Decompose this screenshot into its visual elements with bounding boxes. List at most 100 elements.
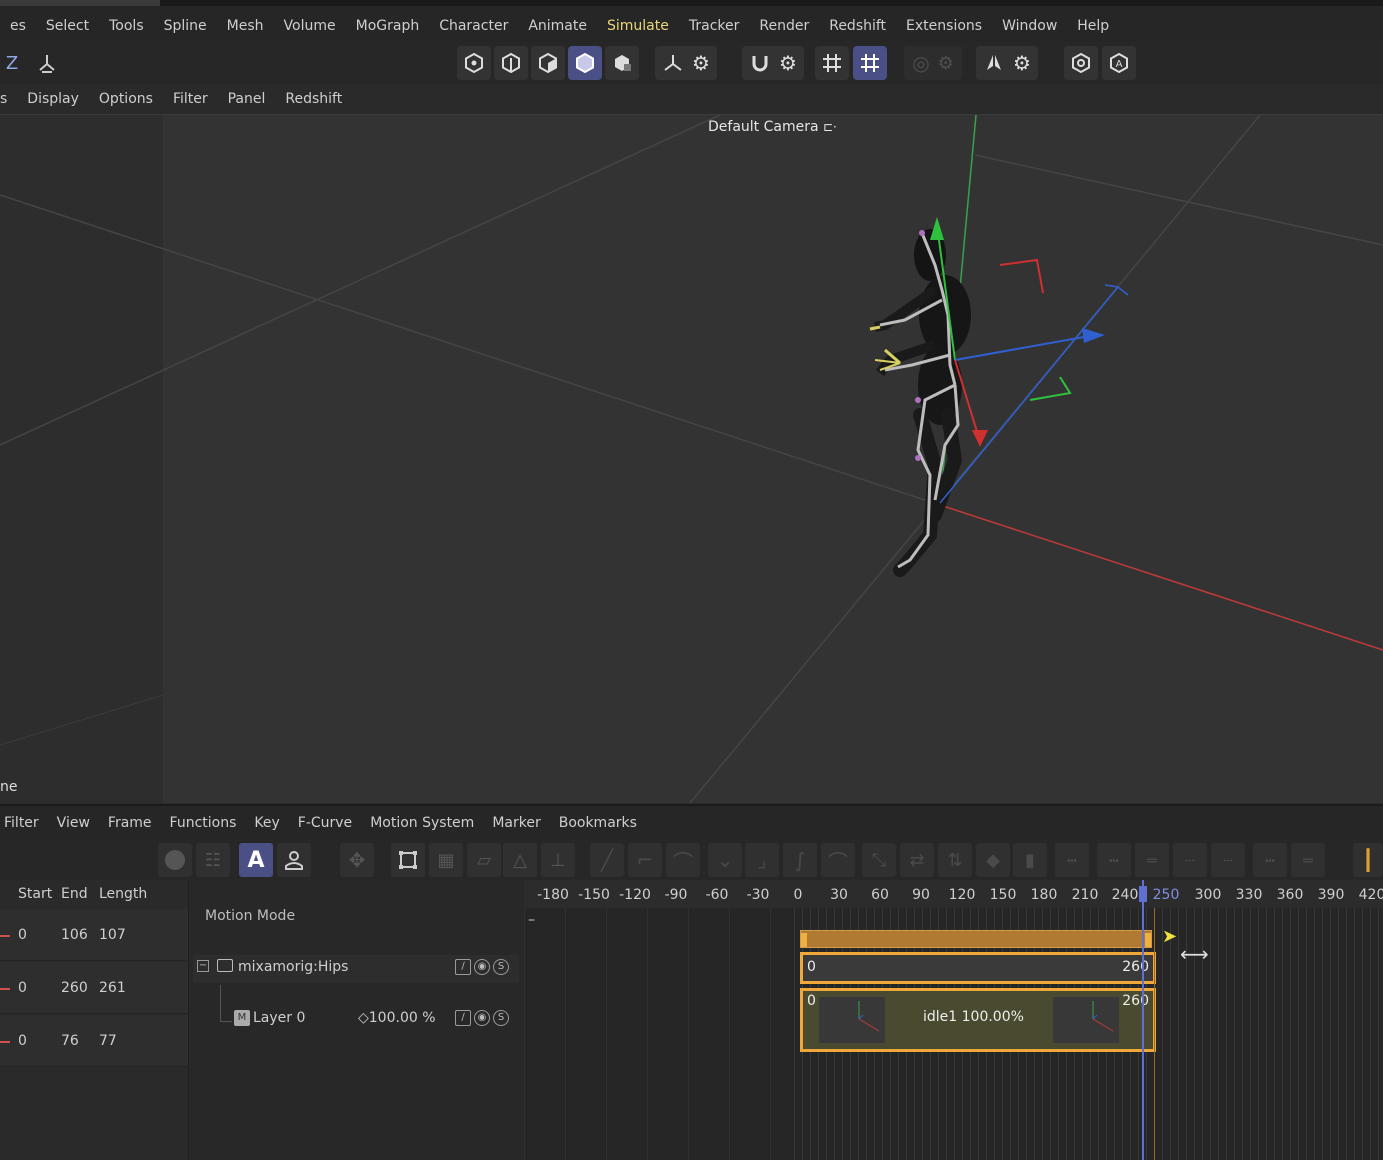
menu-item-help[interactable]: Help bbox=[1067, 16, 1119, 40]
calendar-button[interactable]: ▦ bbox=[429, 843, 463, 877]
hips-motion-clip[interactable]: 0 260 bbox=[800, 952, 1156, 984]
step-interp-button[interactable]: ⌐ bbox=[628, 843, 662, 877]
menu-item-character[interactable]: Character bbox=[429, 16, 518, 40]
texture-mode-button[interactable] bbox=[605, 46, 639, 80]
lock-tangent-button[interactable]: ⇄ bbox=[900, 843, 934, 877]
auto-mode-button[interactable]: A bbox=[239, 843, 273, 877]
playhead[interactable] bbox=[1139, 880, 1147, 1160]
hierarchy-button[interactable]: ☷ bbox=[196, 843, 230, 877]
ease-in-button[interactable]: ⌄ bbox=[708, 843, 742, 877]
break-tangent-button[interactable]: ⤡ bbox=[862, 843, 896, 877]
symmetry-button[interactable]: ⚙ bbox=[976, 46, 1038, 80]
stamp-button[interactable]: ⊥ bbox=[541, 843, 575, 877]
visibility-icon[interactable]: ◉ bbox=[474, 959, 490, 975]
viewport-menu-redshift[interactable]: Redshift bbox=[275, 91, 352, 107]
paint-button[interactable]: ▮ bbox=[1013, 843, 1047, 877]
dopesheet-mode-button[interactable] bbox=[158, 843, 192, 877]
menu-item-mesh[interactable]: Mesh bbox=[217, 16, 274, 40]
move-keys-button[interactable]: ✥ bbox=[340, 843, 374, 877]
menu-item-volume[interactable]: Volume bbox=[274, 16, 346, 40]
timeline-menu-filter[interactable]: Filter bbox=[0, 815, 48, 831]
solo-icon[interactable]: S bbox=[493, 1010, 509, 1026]
range-start-handle[interactable] bbox=[801, 933, 807, 947]
lock-value-button[interactable]: ⇅ bbox=[938, 843, 972, 877]
viewport-menu-panel[interactable]: Panel bbox=[218, 91, 276, 107]
menu-item-select[interactable]: Select bbox=[36, 16, 99, 40]
polygon-mode-button[interactable] bbox=[531, 46, 565, 80]
key-tool-7-button[interactable]: ═ bbox=[1291, 843, 1325, 877]
timeline-menu-key[interactable]: Key bbox=[245, 815, 288, 831]
model-mode-button[interactable] bbox=[568, 46, 602, 80]
idle-motion-clip[interactable]: 0 260 idle1 100.00% bbox=[800, 988, 1156, 1052]
spline-curve-button[interactable]: ∫ bbox=[783, 843, 817, 877]
table-row[interactable]: 0 76 77 bbox=[0, 1015, 188, 1067]
grid-button[interactable] bbox=[815, 46, 849, 80]
world-axis-button[interactable]: ⚙ bbox=[655, 46, 717, 80]
viewport-menu-display[interactable]: Display bbox=[17, 91, 89, 107]
menu-item-tracker[interactable]: Tracker bbox=[679, 16, 750, 40]
z-axis-button[interactable]: Z bbox=[0, 46, 24, 80]
arc-curve-button[interactable]: ⌒ bbox=[821, 843, 855, 877]
menu-item-window[interactable]: Window bbox=[992, 16, 1067, 40]
key-tool-4-button[interactable]: ┄ bbox=[1173, 843, 1207, 877]
timeline-menu-view[interactable]: View bbox=[48, 815, 99, 831]
character-mode-button[interactable] bbox=[277, 843, 311, 877]
frame-all-button[interactable] bbox=[391, 843, 425, 877]
playhead-cap[interactable] bbox=[1139, 886, 1147, 902]
menu-item-animate[interactable]: Animate bbox=[518, 16, 597, 40]
render-region-button[interactable]: ◎ ⚙ bbox=[904, 46, 962, 80]
autokey-button[interactable]: A bbox=[1102, 46, 1136, 80]
collapse-icon[interactable]: − bbox=[197, 960, 209, 972]
point-mode-button[interactable] bbox=[457, 46, 491, 80]
3d-viewport[interactable]: Default Camera ⊏· ne bbox=[0, 115, 1383, 803]
tree-item-layer-0[interactable]: M Layer 0 ◇100.00 % ∕ ◉ S bbox=[193, 1006, 519, 1034]
erase-button[interactable]: ◆ bbox=[976, 843, 1010, 877]
layer-weight[interactable]: ◇100.00 % bbox=[358, 1010, 436, 1026]
layer-button[interactable]: ▱ bbox=[467, 843, 501, 877]
snap-button[interactable]: ⚙ bbox=[742, 46, 804, 80]
visibility-icon[interactable]: ◉ bbox=[474, 1010, 490, 1026]
key-tool-6-button[interactable]: ┅ bbox=[1253, 843, 1287, 877]
ease-interp-button[interactable]: ⌒ bbox=[666, 843, 700, 877]
timeline-menu-marker[interactable]: Marker bbox=[483, 815, 549, 831]
key-tool-3-button[interactable]: ═ bbox=[1135, 843, 1169, 877]
column-end[interactable]: End bbox=[61, 886, 88, 902]
viewport-menu-filter[interactable]: Filter bbox=[163, 91, 218, 107]
menu-item-extensions[interactable]: Extensions bbox=[896, 16, 992, 40]
solo-icon[interactable]: S bbox=[493, 959, 509, 975]
edit-icon[interactable]: ∕ bbox=[455, 1010, 471, 1026]
linear-interp-button[interactable]: ╱ bbox=[590, 843, 624, 877]
viewport-menu-options[interactable]: Options bbox=[89, 91, 163, 107]
menu-item-spline[interactable]: Spline bbox=[154, 16, 217, 40]
range-end-handle[interactable] bbox=[1145, 933, 1151, 947]
menu-item-render[interactable]: Render bbox=[749, 16, 819, 40]
timeline-menu-frame[interactable]: Frame bbox=[99, 815, 161, 831]
menu-item-simulate[interactable]: Simulate bbox=[597, 16, 679, 40]
tree-item-hips[interactable]: − mixamorig:Hips ∕ ◉ S bbox=[193, 955, 519, 983]
timeline-menu-fcurve[interactable]: F-Curve bbox=[289, 815, 361, 831]
menu-item-redshift[interactable]: Redshift bbox=[819, 16, 896, 40]
ease-out-button[interactable]: ⌟ bbox=[745, 843, 779, 877]
menu-item-es[interactable]: es bbox=[0, 16, 36, 40]
axis-button[interactable] bbox=[30, 46, 64, 80]
timeline-menu-motion-system[interactable]: Motion System bbox=[361, 815, 483, 831]
camera-label[interactable]: Default Camera ⊏· bbox=[708, 119, 837, 135]
key-tool-1-button[interactable]: ┅ bbox=[1055, 843, 1089, 877]
timeline-menu-functions[interactable]: Functions bbox=[161, 815, 246, 831]
table-row[interactable]: 0 106 107 bbox=[0, 909, 188, 961]
view-settings-button[interactable] bbox=[1064, 46, 1098, 80]
timeline-menu-bookmarks[interactable]: Bookmarks bbox=[550, 815, 646, 831]
column-length[interactable]: Length bbox=[99, 886, 147, 902]
menu-item-tools[interactable]: Tools bbox=[99, 16, 154, 40]
triangle-button[interactable]: △ bbox=[503, 843, 537, 877]
edit-icon[interactable]: ∕ bbox=[455, 959, 471, 975]
viewport-menu-cameras[interactable]: s bbox=[0, 91, 17, 107]
frame-ruler[interactable]: -180 -150 -120 -90 -60 -30 0 30 60 90 120 150 180 210… bbox=[524, 880, 1383, 908]
key-tool-5-button[interactable]: ┄ bbox=[1211, 843, 1245, 877]
column-start[interactable]: Start bbox=[18, 886, 52, 902]
motion-range-bar[interactable] bbox=[800, 930, 1152, 948]
workplane-button[interactable] bbox=[853, 46, 887, 80]
pin-button[interactable]: ┃ bbox=[1353, 843, 1383, 877]
edge-mode-button[interactable] bbox=[494, 46, 528, 80]
timeline-graph[interactable]: -180 -150 -120 -90 -60 -30 0 30 60 90 120 150 180 210… bbox=[524, 880, 1383, 1160]
